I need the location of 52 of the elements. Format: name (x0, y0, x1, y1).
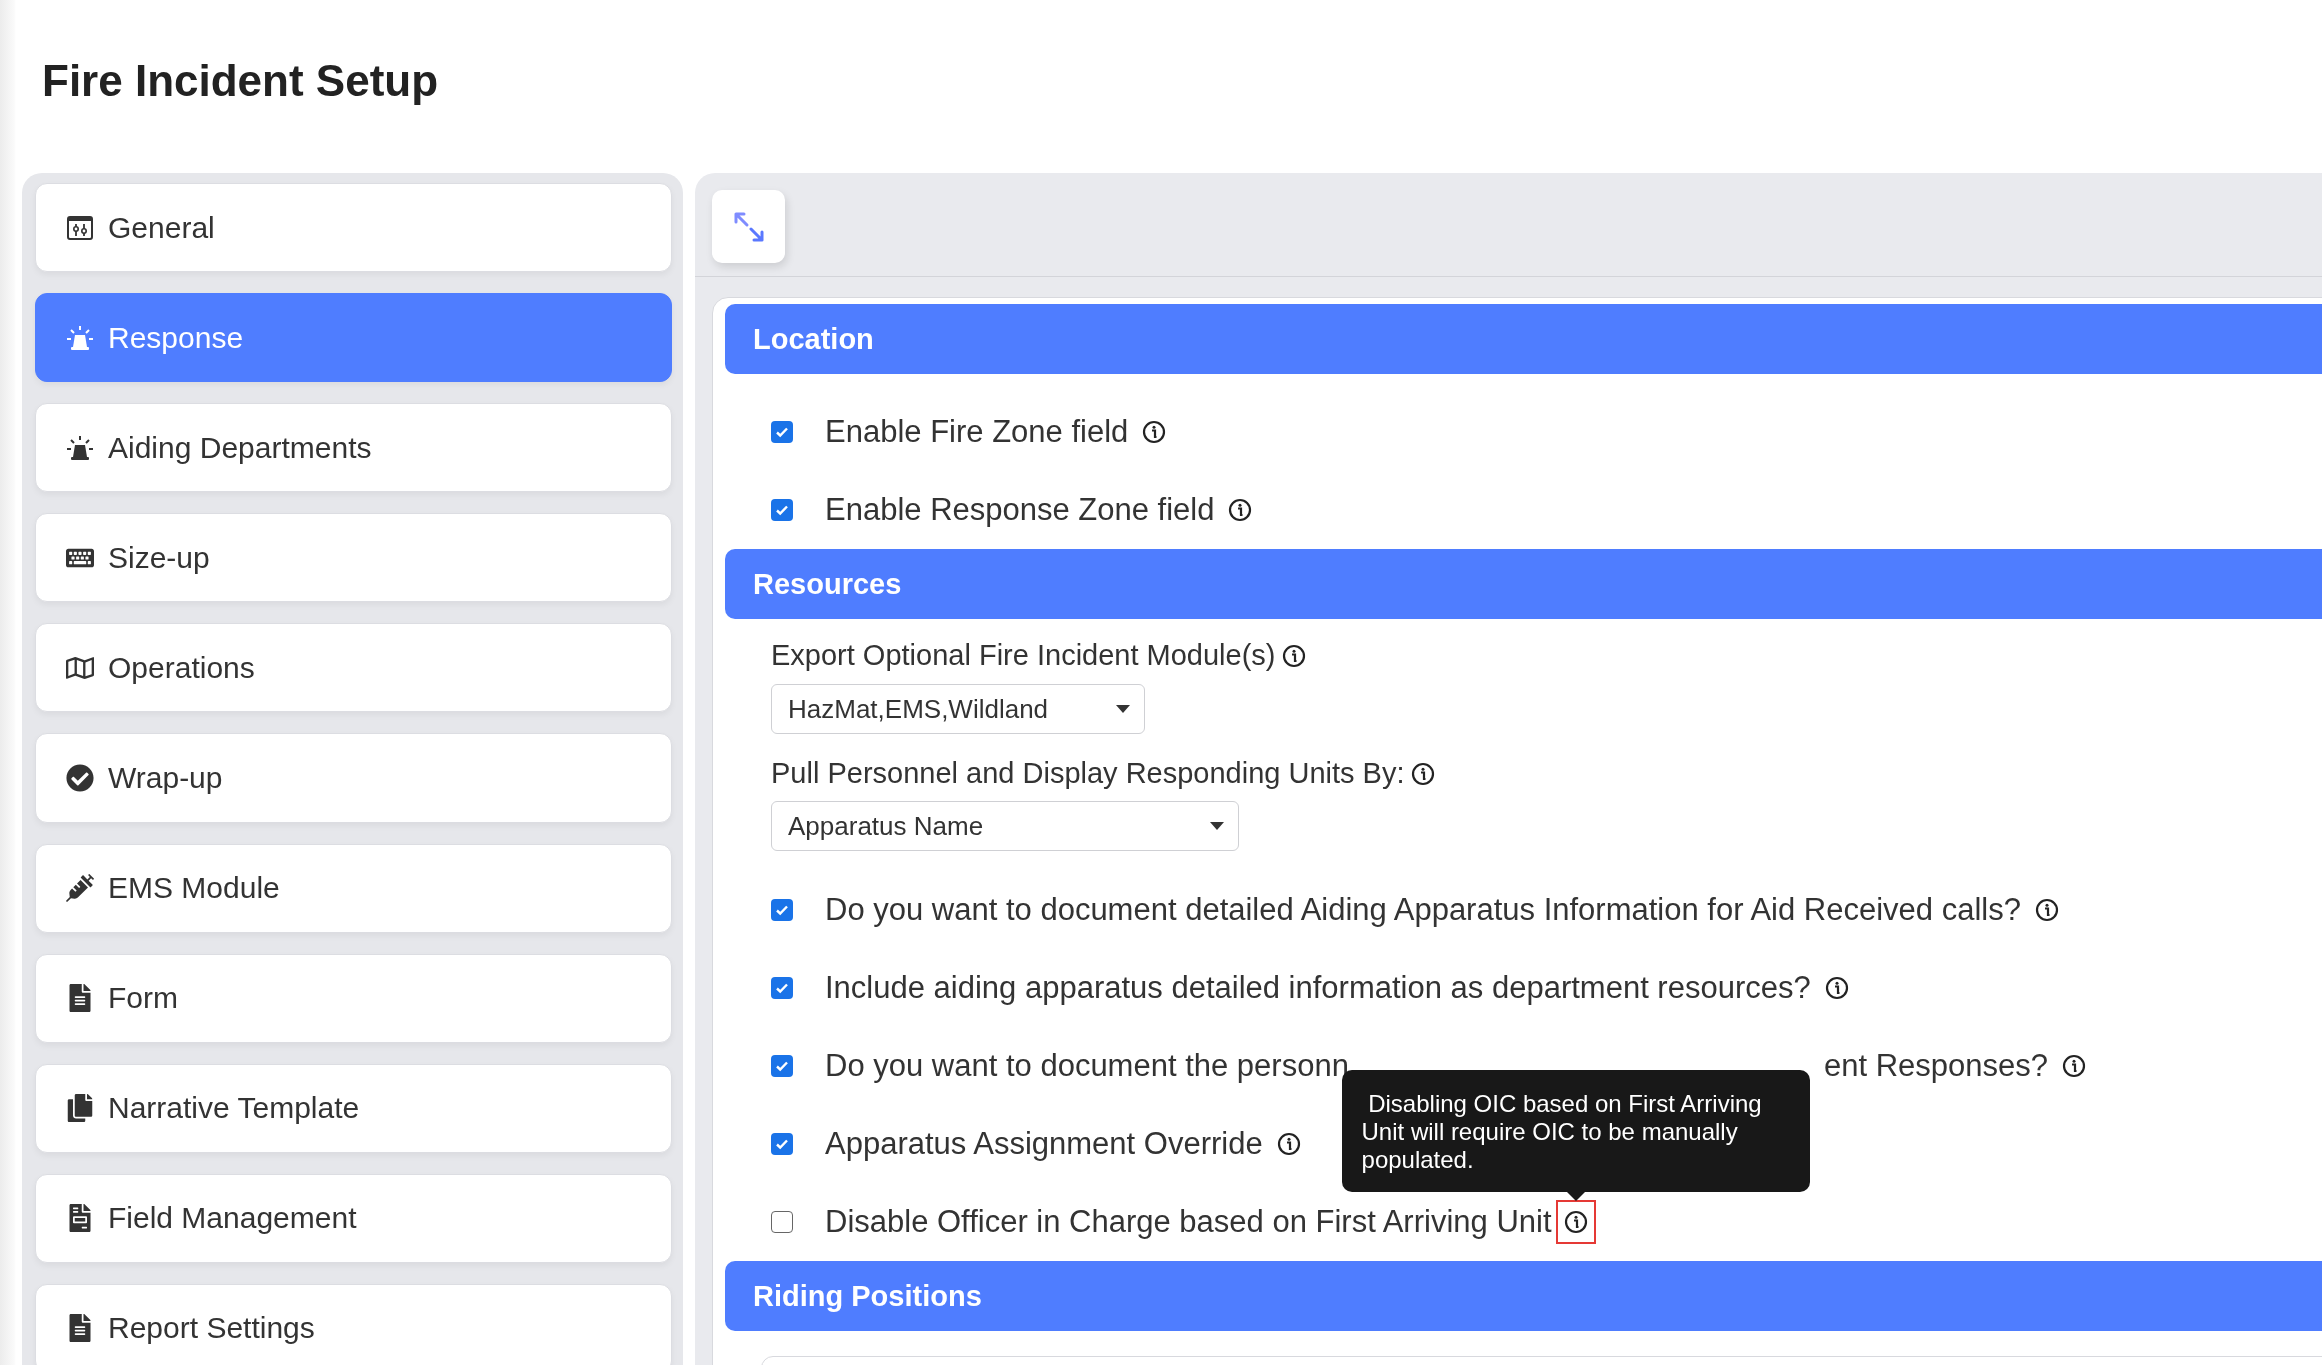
caret-icon (1116, 705, 1130, 713)
sidebar-item[interactable]: Aiding Departments (35, 403, 672, 493)
info-icon[interactable] (1563, 1210, 1588, 1234)
dropdown[interactable]: HazMat,EMS,Wildland (771, 684, 1145, 734)
sidebar-item[interactable]: Report Settings (35, 1283, 672, 1365)
page-title: Fire Incident Setup (41, 54, 440, 107)
sidebar-item[interactable]: Narrative Template (35, 1063, 672, 1153)
option-label: ent Responses? (1824, 1048, 2049, 1084)
caret-icon (1210, 822, 1224, 830)
info-icon[interactable] (2034, 898, 2059, 922)
checkbox[interactable] (771, 1211, 793, 1233)
info-icon[interactable] (1410, 761, 1435, 786)
sidebar-item[interactable]: EMS Module (35, 843, 672, 933)
tooltip-arrow (1566, 1192, 1585, 1201)
info-icon[interactable] (2062, 1054, 2087, 1078)
sliders-icon (66, 213, 94, 242)
copy-icon (66, 1094, 94, 1123)
option-label: Include aiding apparatus detailed information as department resources? (825, 970, 1811, 1006)
info-icon[interactable] (1228, 498, 1253, 522)
checkbox[interactable] (771, 499, 793, 521)
checkbox[interactable] (771, 1055, 793, 1077)
info-icon[interactable] (1142, 420, 1167, 444)
section-header: Resources (725, 549, 2322, 619)
checkbox[interactable] (771, 421, 793, 443)
info-icon[interactable] (1824, 976, 1849, 1000)
field-label: Export Optional Fire Incident Module(s) (771, 638, 1276, 673)
option-label: Do you want to document detailed Aiding Apparatus Information for Aid Received calls? (825, 892, 2021, 928)
sidebar-item[interactable]: Form (35, 953, 672, 1043)
sidebar-item[interactable]: Operations (35, 623, 672, 713)
sidebar-item[interactable]: Response (35, 293, 672, 383)
option-label: Enable Fire Zone field (825, 414, 1129, 450)
siren-icon (66, 433, 94, 462)
sidebar-item[interactable]: Size-up (35, 513, 672, 603)
expand-icon (732, 210, 765, 243)
checkbox[interactable] (771, 1133, 793, 1155)
checkbox[interactable] (771, 977, 793, 999)
dropdown[interactable]: Apparatus Name (771, 801, 1239, 851)
option-label: Enable Response Zone field (825, 492, 1215, 528)
field-label: Pull Personnel and Display Responding Units By: (771, 756, 1405, 791)
sidebar-item[interactable]: Field Management (35, 1173, 672, 1263)
syringe-icon (66, 874, 94, 903)
sidebar-item[interactable]: Wrap-up (35, 733, 672, 823)
option-label: Apparatus Assignment Override (825, 1126, 1263, 1162)
section-header: Riding Positions (725, 1261, 2322, 1331)
siren-icon (66, 323, 94, 352)
checkbox[interactable] (771, 899, 793, 921)
expand-button[interactable] (712, 190, 785, 263)
section-header: Location (725, 304, 2322, 374)
info-icon[interactable] (1281, 643, 1306, 668)
option-label: Disable Officer in Charge based on First Arriving Unit (825, 1204, 1552, 1240)
sidebar-item[interactable]: General (35, 183, 672, 273)
info-icon[interactable] (1276, 1132, 1301, 1156)
